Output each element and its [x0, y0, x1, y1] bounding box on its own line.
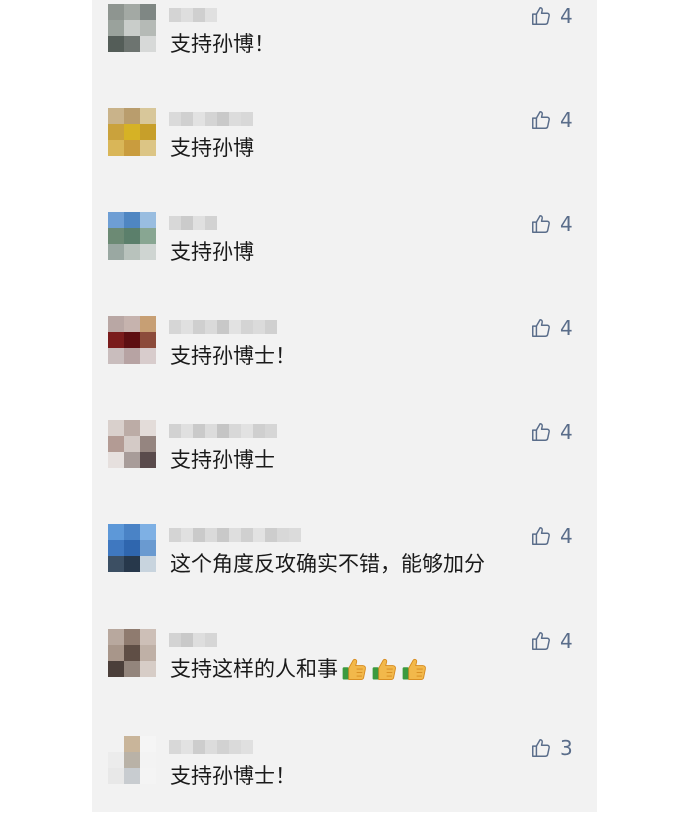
- comment-item: 这个角度反攻确实不错，能够加分 4: [92, 524, 597, 624]
- comment-text-content: 支持孙博: [170, 240, 254, 264]
- like-button[interactable]: 3: [530, 736, 573, 760]
- thumbs-up-emoji: [340, 655, 368, 683]
- like-button[interactable]: 4: [530, 316, 573, 340]
- comment-text-content: 支持孙博士: [170, 448, 275, 472]
- thumbs-up-outline-icon: [530, 525, 552, 547]
- thumbs-up-outline-icon: [530, 317, 552, 339]
- like-button[interactable]: 4: [530, 524, 573, 548]
- commenter-name-blurred[interactable]: [169, 633, 217, 647]
- comment-text: 支持这样的人和事: [170, 654, 428, 684]
- like-count: 4: [560, 108, 573, 132]
- thumbs-up-outline-icon: [530, 5, 552, 27]
- like-count: 3: [560, 736, 573, 760]
- avatar[interactable]: [108, 316, 156, 364]
- thumbs-up-outline-icon: [530, 109, 552, 131]
- comment-text: 支持孙博: [170, 133, 254, 163]
- avatar[interactable]: [108, 736, 156, 784]
- like-count: 4: [560, 4, 573, 28]
- like-count: 4: [560, 629, 573, 653]
- commenter-name-blurred[interactable]: [169, 424, 277, 438]
- comment-text: 支持孙博士！: [170, 341, 296, 371]
- like-button[interactable]: 4: [530, 212, 573, 236]
- comment-item: 支持孙博士！ 4: [92, 316, 597, 416]
- comment-text: 支持孙博士！: [170, 761, 296, 791]
- thumbs-up-outline-icon: [530, 421, 552, 443]
- like-count: 4: [560, 212, 573, 236]
- commenter-name-blurred[interactable]: [169, 528, 301, 542]
- comment-text-content: 支持孙博: [170, 136, 254, 160]
- comment-text-content: 这个角度反攻确实不错，能够加分: [170, 552, 485, 576]
- comments-panel: 支持孙博！ 4 支持孙博 4 支持孙博 4 支持孙博士！ 4 支持孙博士 4 这…: [92, 0, 597, 812]
- like-count: 4: [560, 524, 573, 548]
- avatar[interactable]: [108, 629, 156, 677]
- comment-text-content: 支持孙博士！: [170, 344, 296, 368]
- avatar[interactable]: [108, 420, 156, 468]
- like-count: 4: [560, 420, 573, 444]
- comment-item: 支持孙博 4: [92, 108, 597, 208]
- comment-text-content: 支持孙博士！: [170, 764, 296, 788]
- comment-text: 支持孙博士: [170, 445, 275, 475]
- like-button[interactable]: 4: [530, 629, 573, 653]
- comment-text-content: 支持孙博！: [170, 32, 275, 56]
- comment-item: 支持这样的人和事 4: [92, 629, 597, 729]
- avatar[interactable]: [108, 108, 156, 156]
- commenter-name-blurred[interactable]: [169, 216, 217, 230]
- comment-text-content: 支持这样的人和事: [170, 657, 338, 681]
- comment-text: 支持孙博: [170, 237, 254, 267]
- thumbs-up-emoji: [400, 655, 428, 683]
- like-count: 4: [560, 316, 573, 340]
- thumbs-up-outline-icon: [530, 630, 552, 652]
- comment-text: 这个角度反攻确实不错，能够加分: [170, 549, 485, 579]
- thumbs-up-outline-icon: [530, 737, 552, 759]
- comment-item: 支持孙博士 4: [92, 420, 597, 520]
- avatar[interactable]: [108, 212, 156, 260]
- comment-item: 支持孙博 4: [92, 212, 597, 312]
- thumbs-up-outline-icon: [530, 213, 552, 235]
- comment-text: 支持孙博！: [170, 29, 275, 59]
- avatar[interactable]: [108, 4, 156, 52]
- comment-item: 支持孙博士！ 3: [92, 736, 597, 836]
- commenter-name-blurred[interactable]: [169, 740, 253, 754]
- thumbs-up-emoji: [370, 655, 398, 683]
- commenter-name-blurred[interactable]: [169, 8, 217, 22]
- comment-item: 支持孙博！ 4: [92, 4, 597, 104]
- like-button[interactable]: 4: [530, 4, 573, 28]
- avatar[interactable]: [108, 524, 156, 572]
- commenter-name-blurred[interactable]: [169, 320, 277, 334]
- commenter-name-blurred[interactable]: [169, 112, 253, 126]
- like-button[interactable]: 4: [530, 108, 573, 132]
- like-button[interactable]: 4: [530, 420, 573, 444]
